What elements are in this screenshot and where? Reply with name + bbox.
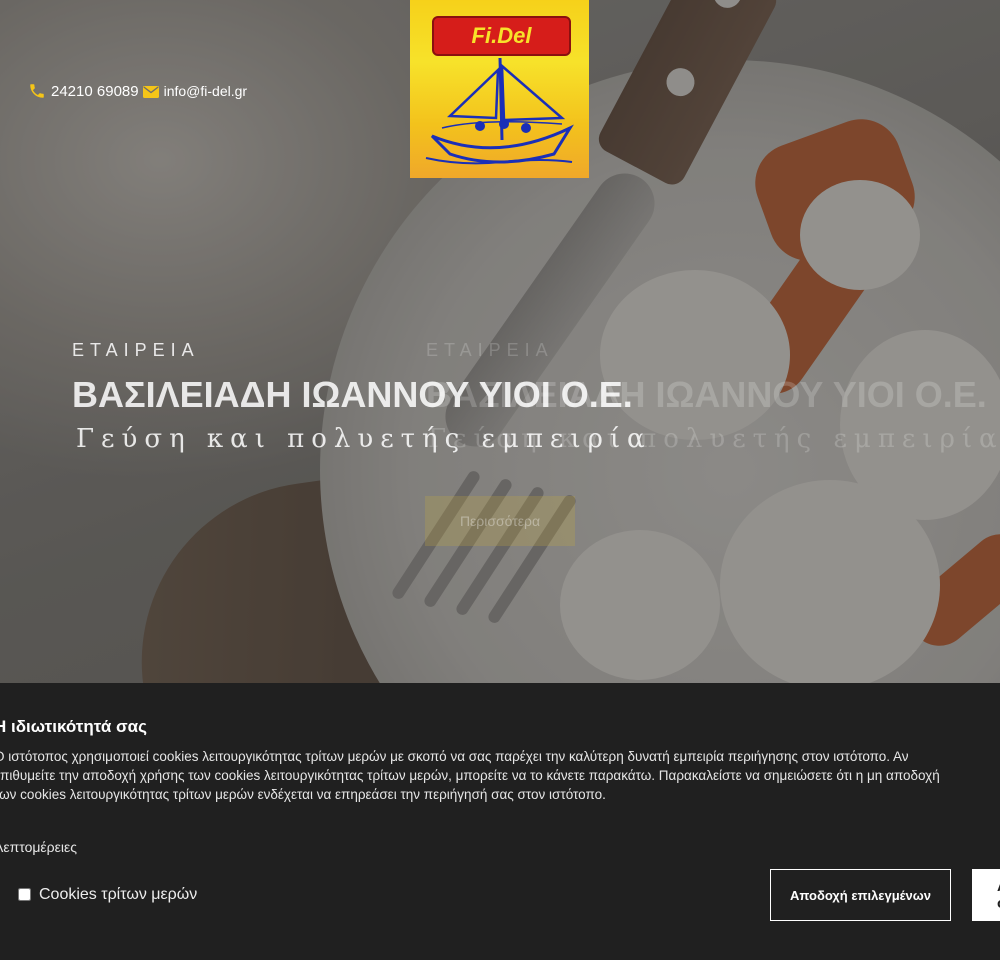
envelope-icon: [142, 86, 159, 98]
cookie-details-link[interactable]: Λεπτομέρειες: [0, 839, 77, 855]
ship-icon: [425, 58, 574, 165]
accept-all-button[interactable]: Αποδοχή όλων: [972, 869, 1000, 921]
cookie-text-line: επιθυμείτε την αποδοχή χρήσης των cookie…: [0, 768, 940, 783]
email-link[interactable]: info@fi-del.gr: [164, 83, 247, 99]
slide-headline-next: ΒΑΣΙΛΕΙΑΔΗ ΙΩΑΝΝΟΥ ΥΙΟΙ Ο.Ε.: [426, 374, 987, 415]
header-contact: 24210 69089 info@fi-del.gr: [28, 82, 247, 100]
slide-tagline-next: Γεύση και πολυετής εμπειρία: [428, 424, 1000, 454]
site-logo[interactable]: Fi.Del: [410, 0, 589, 178]
slide-kicker: ΕΤΑΙΡΕΙΑ: [72, 340, 200, 360]
cookie-title: Η ιδιωτικότητά σας: [0, 717, 147, 736]
cookie-consent-banner: Η ιδιωτικότητά σας Ο ιστότοπος χρησιμοπο…: [0, 683, 1000, 960]
accept-selected-button[interactable]: Αποδοχή επιλεγμένων: [770, 869, 951, 921]
third-party-cookies-checkbox[interactable]: [18, 888, 31, 901]
cookie-text-line: Ο ιστότοπος χρησιμοποιεί cookies λειτουρ…: [0, 749, 909, 764]
cookie-description: Ο ιστότοπος χρησιμοποιεί cookies λειτουρ…: [0, 747, 1000, 804]
slide-more-button[interactable]: Περισσότερα: [425, 496, 575, 546]
cookie-text-line: των cookies λειτουργικότητας τρίτων μερώ…: [0, 787, 606, 802]
third-party-cookies-label[interactable]: Cookies τρίτων μερών: [39, 886, 197, 904]
phone-icon: [30, 84, 44, 98]
slide-kicker-next: ΕΤΑΙΡΕΙΑ: [426, 340, 554, 360]
logo-wordmark: Fi.Del: [432, 16, 571, 56]
phone-link[interactable]: 24210 69089: [51, 83, 139, 100]
